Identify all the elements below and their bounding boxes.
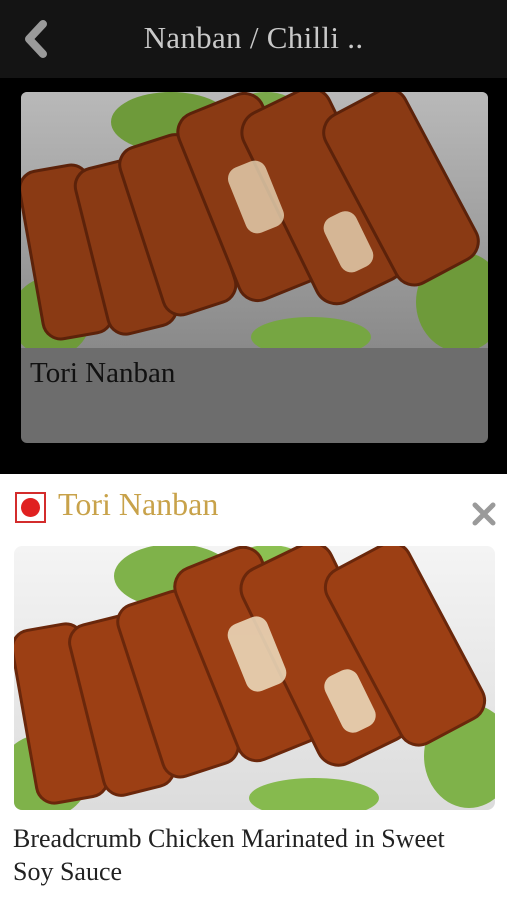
japan-flag-icon <box>15 492 46 523</box>
popup-header: Tori Nanban <box>0 474 507 544</box>
chevron-left-icon <box>25 20 47 58</box>
dish-card[interactable]: Tori Nanban <box>21 92 488 443</box>
dish-detail-popup: Tori Nanban Breadcrumb Chicken Marinated… <box>0 474 507 900</box>
app-header: Nanban / Chilli .. <box>0 0 507 78</box>
close-button[interactable] <box>470 500 498 528</box>
page-title: Nanban / Chilli .. <box>143 20 364 55</box>
popup-dish-photo <box>14 546 495 810</box>
popup-title: Tori Nanban <box>58 486 219 522</box>
dish-description: Breadcrumb Chicken Marinated in Sweet So… <box>13 824 445 886</box>
back-button[interactable] <box>18 20 52 58</box>
dish-photo <box>21 92 488 348</box>
dish-card-title: Tori Nanban <box>30 357 176 389</box>
close-icon <box>472 502 496 526</box>
